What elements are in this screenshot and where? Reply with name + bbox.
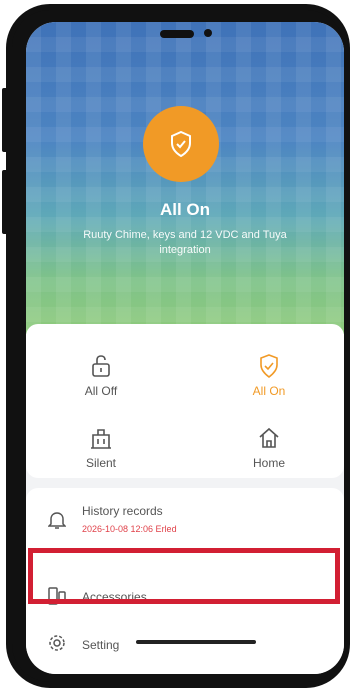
mode-silent[interactable]: Silent <box>46 426 156 470</box>
shield-check-icon <box>171 131 191 157</box>
lock-open-icon <box>92 355 110 377</box>
history-label: History records <box>82 504 163 518</box>
shield-check-icon <box>260 354 278 378</box>
camera-dot <box>204 29 212 37</box>
mode-label: Silent <box>85 456 117 470</box>
history-timestamp: 2026-10-08 12:06 Erled <box>82 524 177 534</box>
setting-label: Setting <box>82 638 120 652</box>
home-indicator[interactable] <box>136 640 256 644</box>
status-title: All On <box>159 200 211 219</box>
mode-all-on[interactable]: All On <box>214 354 324 398</box>
highlight-box <box>28 548 340 604</box>
gear-icon <box>49 635 65 651</box>
mode-selector: All Off All On Silent Home <box>26 324 344 478</box>
mode-label: All Off <box>84 384 118 398</box>
status-subtitle: Ruuty Chime, keys and 12 VDC and Tuya in… <box>83 229 287 256</box>
building-icon <box>91 429 111 449</box>
mode-label: All On <box>252 384 286 398</box>
all-on-status-button[interactable] <box>143 106 219 182</box>
camera-notch <box>160 30 194 38</box>
menu-item-history[interactable]: History records 2026-10-08 12:06 Erled <box>26 502 344 546</box>
menu-item-setting[interactable]: Setting <box>26 624 344 664</box>
status-hero: All On Ruuty Chime, keys and 12 VDC and … <box>26 22 344 334</box>
mode-home[interactable]: Home <box>214 426 324 470</box>
bell-icon <box>48 512 66 529</box>
mode-all-off[interactable]: All Off <box>46 354 156 398</box>
home-icon <box>259 427 279 448</box>
mode-label: Home <box>252 456 285 470</box>
